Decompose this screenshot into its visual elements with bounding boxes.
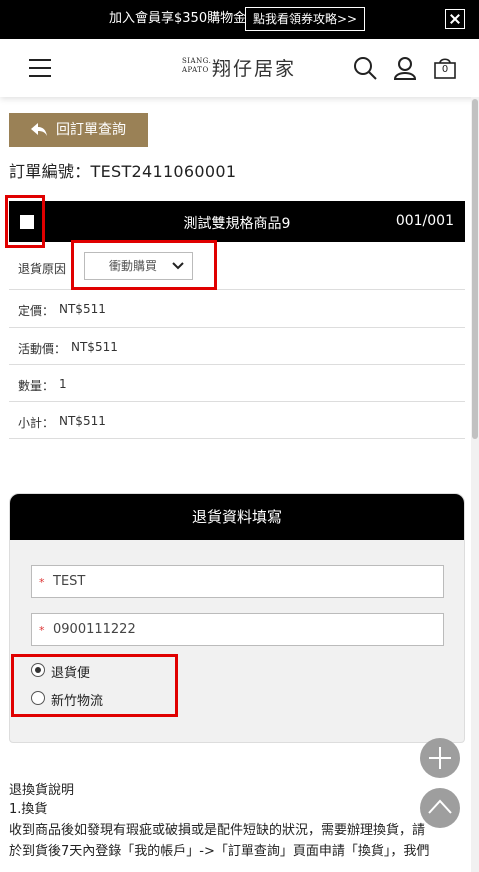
menu-icon[interactable]: [29, 59, 51, 77]
sale-price-value: NT$511: [71, 340, 118, 354]
sale-price-row: 活動價： NT$511: [9, 328, 465, 365]
return-info-title: 退貨資料填寫: [10, 494, 464, 540]
search-icon[interactable]: [353, 56, 377, 80]
required-mark: *: [39, 576, 45, 589]
phone-value: 0900111222: [53, 622, 136, 637]
list-price-label: 定價：: [18, 304, 55, 318]
return-reason-row: 退貨原因: [9, 242, 465, 290]
explanation-line: 於到貨後7天內登錄「我的帳戶」->「訂單查詢」頁面申請「換貨」，我們: [9, 844, 430, 859]
quantity-row: 數量： 1: [9, 365, 465, 402]
shipping-option-label: 退貨便: [51, 666, 91, 681]
list-price-row: 定價： NT$511: [9, 290, 465, 328]
explanation-line: 收到商品後如發現有瑕疵或破損或是配件短缺的狀況，需要辦理換貨，請: [9, 823, 426, 838]
logo-en[interactable]: SIANG. APATO: [182, 57, 211, 75]
order-number: 訂單編號：TEST2411060001: [9, 162, 237, 181]
return-reason-select[interactable]: 衝動購買: [84, 252, 193, 280]
explanation-title: 退換貨說明: [9, 783, 75, 798]
back-to-top-icon[interactable]: [420, 788, 460, 828]
back-arrow-icon: [31, 123, 47, 136]
back-button-label: 回訂單查詢: [56, 122, 126, 138]
user-icon[interactable]: [393, 56, 417, 80]
subtotal-label: 小計：: [18, 416, 55, 430]
quantity-value: 1: [59, 377, 67, 391]
plus-icon[interactable]: [420, 738, 460, 778]
sale-price-label: 活動價：: [18, 342, 67, 356]
return-reason-label: 退貨原因: [18, 262, 67, 276]
return-info-panel: 退貨資料填寫 * TEST * 0900111222 退貨便 新竹物流: [9, 493, 465, 743]
subtotal-value: NT$511: [59, 414, 106, 428]
required-mark: *: [39, 624, 45, 637]
quantity-label: 數量：: [18, 379, 55, 393]
explanation-item-exchange: 1.換貨: [9, 802, 48, 817]
name-value: TEST: [53, 574, 86, 589]
close-icon[interactable]: [445, 9, 465, 29]
logo[interactable]: 翔仔居家: [212, 54, 296, 81]
product-count: 001/001: [395, 213, 454, 229]
radio-checked-icon[interactable]: [31, 663, 45, 677]
promo-text: 加入會員享$350購物金: [109, 11, 247, 26]
back-to-orders-button[interactable]: 回訂單查詢: [9, 113, 148, 147]
phone-field[interactable]: * 0900111222: [31, 613, 444, 646]
chevron-down-icon: [172, 262, 184, 270]
promo-bar: 加入會員享$350購物金 點我看領券攻略>>: [0, 0, 479, 39]
return-reason-value: 衝動購買: [109, 259, 158, 273]
radio-unchecked-icon[interactable]: [31, 691, 45, 705]
coupon-guide-button[interactable]: 點我看領券攻略>>: [245, 7, 365, 31]
shipping-option-label: 新竹物流: [51, 694, 104, 709]
product-header: 測試雙規格商品9 001/001: [9, 201, 465, 242]
site-header: SIANG. APATO 翔仔居家 0: [0, 39, 479, 97]
name-field[interactable]: * TEST: [31, 565, 444, 598]
cart-icon[interactable]: 0: [433, 56, 457, 80]
cart-count: 0: [441, 64, 449, 75]
scrollbar-thumb[interactable]: [472, 99, 478, 439]
subtotal-row: 小計： NT$511: [9, 402, 465, 439]
list-price-value: NT$511: [59, 302, 106, 316]
